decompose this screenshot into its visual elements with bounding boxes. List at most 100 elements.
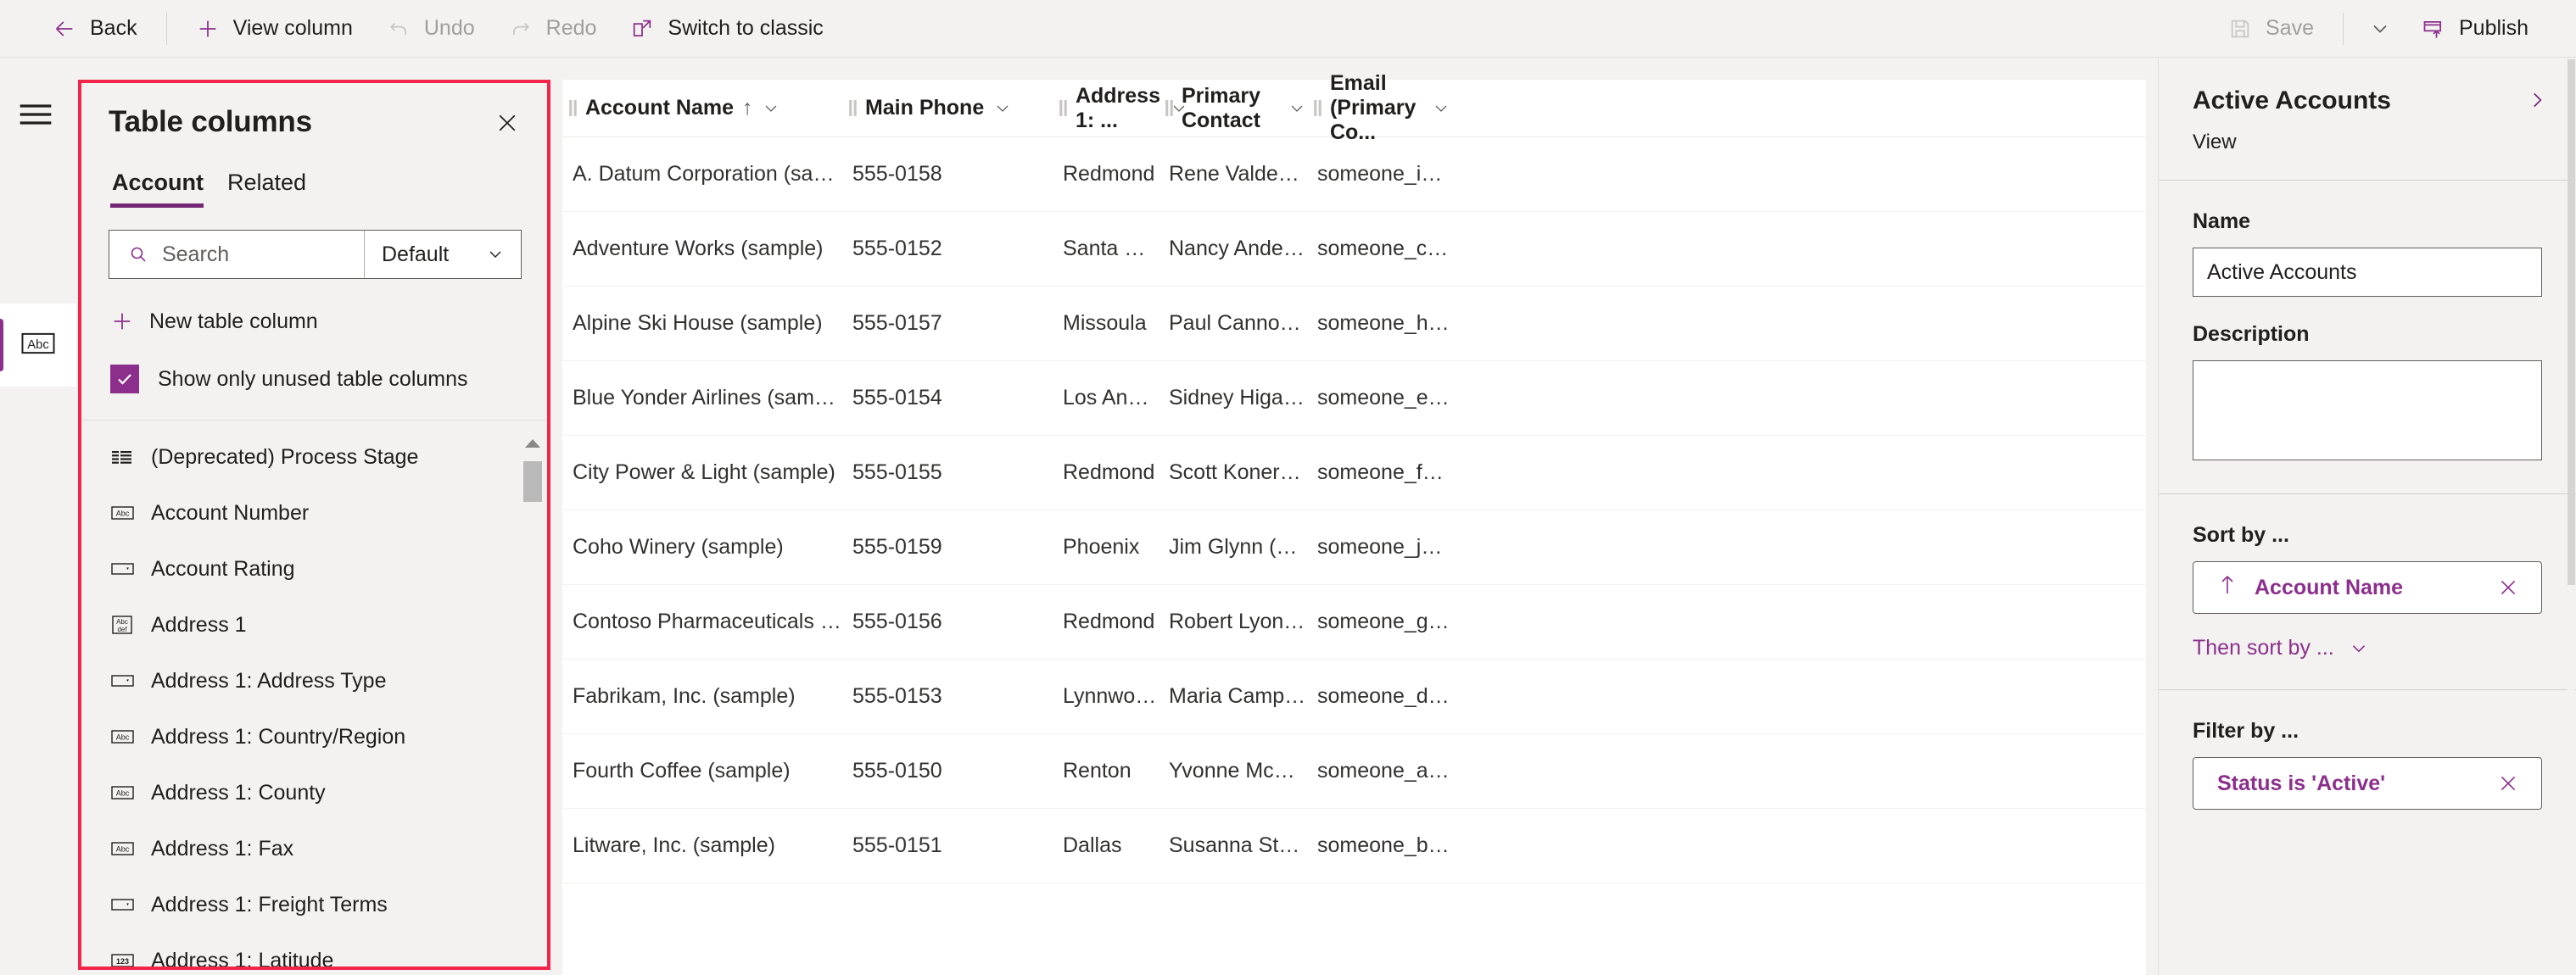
- grid-cell-phone: 555-0151: [852, 833, 942, 857]
- grid-column-header-label: Account Name: [584, 96, 734, 120]
- chevron-down-icon[interactable]: [1287, 98, 1307, 119]
- table-column-list-item-label: Address 1: Address Type: [151, 668, 387, 693]
- grid-row[interactable]: A. Datum Corporation (sample) 555-0158 Red…: [562, 137, 2146, 212]
- checkbox-checked-icon: [110, 365, 139, 393]
- redo-icon: [509, 17, 533, 41]
- save-disk-icon: [2228, 17, 2252, 41]
- grid-cell-phone: 555-0150: [852, 759, 942, 783]
- sort-pill-account-name[interactable]: Account Name: [2193, 561, 2542, 614]
- grid-cell-email: someone_a@example.com: [1317, 759, 1451, 783]
- grid-row[interactable]: Contoso Pharmaceuticals (sample) 555-0156…: [562, 585, 2146, 660]
- publish-button[interactable]: Publish: [2405, 8, 2545, 49]
- grid-cell-phone: 555-0156: [852, 610, 942, 633]
- grid-column-header-address[interactable]: ‖ Address 1: ...: [1053, 80, 1185, 136]
- publish-button-label: Publish: [2459, 16, 2529, 40]
- menu-button[interactable]: [10, 92, 61, 137]
- grid-cell-phone: 555-0155: [852, 460, 942, 484]
- grid-row[interactable]: City Power & Light (sample) 555-0155 Redmo…: [562, 436, 2146, 510]
- undo-icon: [387, 17, 411, 41]
- table-column-list-item[interactable]: Address 1: Address Type: [81, 653, 547, 709]
- table-column-list-item[interactable]: (Deprecated) Process Stage: [81, 429, 547, 485]
- svg-text:Abc: Abc: [116, 845, 130, 854]
- svg-text:Abc: Abc: [116, 618, 128, 626]
- tab-account[interactable]: Account: [109, 166, 214, 209]
- command-bar-divider-1: [165, 12, 167, 45]
- grid-row[interactable]: Fourth Coffee (sample) 555-0150 Renton Yvon…: [562, 734, 2146, 809]
- remove-filter-button[interactable]: [2494, 769, 2523, 798]
- grid-row[interactable]: Blue Yonder Airlines (sample) 555-0154 Los…: [562, 361, 2146, 436]
- show-unused-checkbox[interactable]: Show only unused table columns: [110, 357, 522, 401]
- properties-subtitle: View: [2193, 131, 2237, 153]
- command-bar-left: Back View column Undo Redo Switch to cla…: [0, 0, 841, 57]
- grid-row[interactable]: Adventure Works (sample) 555-0152 Santa Cr…: [562, 212, 2146, 287]
- chevron-down-icon: [2373, 25, 2387, 33]
- grid-cell-address: Dallas: [1063, 833, 1122, 857]
- grid-cell-phone: 555-0152: [852, 237, 942, 260]
- chevron-down-icon[interactable]: [992, 98, 1013, 119]
- abc-text-icon: Abc: [110, 724, 136, 749]
- properties-scrollbar[interactable]: [2568, 59, 2575, 975]
- search-box[interactable]: [109, 231, 364, 278]
- back-button[interactable]: Back: [36, 8, 154, 49]
- switch-to-classic-button[interactable]: Switch to classic: [613, 8, 840, 49]
- grid-column-header-contact[interactable]: ‖ Primary Contact: [1159, 80, 1307, 136]
- undo-button[interactable]: Undo: [370, 8, 492, 49]
- grid-cell-phone: 555-0153: [852, 684, 942, 708]
- table-column-list-item[interactable]: Abc def Address 1: [81, 597, 547, 653]
- grid-row[interactable]: Coho Winery (sample) 555-0159 Phoenix Jim G…: [562, 510, 2146, 585]
- scroll-up-button[interactable]: [523, 436, 542, 451]
- choice-dropdown-icon: [110, 892, 136, 917]
- grid-header-row: ‖ Account Name ↑ ‖ Main Phone ‖ Address 1: ...…: [562, 71, 2146, 144]
- grid-column-header-email[interactable]: ‖ Email (Primary Co...: [1307, 71, 1451, 144]
- plus-icon: [196, 17, 220, 41]
- chevron-down-icon[interactable]: [761, 98, 781, 119]
- view-column-button[interactable]: View column: [179, 8, 370, 49]
- rail-item-columns[interactable]: Abc: [0, 304, 76, 387]
- expand-panel-button[interactable]: [2520, 83, 2554, 117]
- scroll-thumb[interactable]: [523, 461, 542, 502]
- grid-row[interactable]: Alpine Ski House (sample) 555-0157 Missoul…: [562, 287, 2146, 361]
- remove-sort-button[interactable]: [2494, 573, 2523, 602]
- choice-dropdown-icon: [111, 899, 134, 911]
- filter-pill-label: Status is 'Active': [2217, 771, 2386, 795]
- table-column-list-item[interactable]: Abc Address 1: Country/Region: [81, 709, 547, 765]
- save-button[interactable]: Save: [2211, 8, 2331, 49]
- grid-row[interactable]: Litware, Inc. (sample) 555-0151 Dallas Susa…: [562, 809, 2146, 883]
- name-input[interactable]: [2193, 248, 2542, 297]
- description-textarea[interactable]: [2193, 360, 2542, 460]
- save-options-chevron[interactable]: [2355, 8, 2405, 49]
- filter-pill-status-active[interactable]: Status is 'Active': [2193, 757, 2542, 810]
- column-filter-dropdown[interactable]: Default: [364, 231, 521, 278]
- chevron-down-icon[interactable]: [1431, 98, 1451, 119]
- close-icon: [499, 114, 516, 131]
- table-column-list-item[interactable]: 123 Address 1: Latitude: [81, 933, 547, 967]
- properties-scroll-thumb[interactable]: [2568, 59, 2575, 585]
- column-resize-handle-icon: ‖: [847, 95, 858, 121]
- grid-column-header-phone[interactable]: ‖ Main Phone: [842, 80, 1053, 136]
- table-columns-list[interactable]: (Deprecated) Process Stage Abc Account Num…: [81, 421, 547, 967]
- close-panel-button[interactable]: [489, 105, 525, 141]
- table-column-list-item[interactable]: Account Rating: [81, 541, 547, 597]
- table-column-list-item-label: (Deprecated) Process Stage: [151, 444, 419, 469]
- multiline-list-icon: [112, 451, 131, 464]
- abc-text-icon: Abc: [111, 730, 134, 744]
- table-column-list-item[interactable]: Abc Account Number: [81, 485, 547, 541]
- tab-related[interactable]: Related: [224, 166, 316, 209]
- list-scrollbar[interactable]: [523, 426, 542, 967]
- new-table-column-button[interactable]: New table column: [107, 299, 522, 343]
- grid-cell-address: Redmond: [1063, 460, 1155, 484]
- table-column-list-item[interactable]: Abc Address 1: County: [81, 765, 547, 821]
- search-input[interactable]: [161, 242, 364, 267]
- sort-by-label: Sort by ...: [2193, 523, 2289, 547]
- back-button-label: Back: [90, 16, 137, 40]
- grid-cell-name: Fabrikam, Inc. (sample): [573, 684, 796, 708]
- grid-row[interactable]: Fabrikam, Inc. (sample) 555-0153 Lynnwood M…: [562, 660, 2146, 734]
- grid-cell-name: A. Datum Corporation (sample): [573, 162, 842, 186]
- redo-button[interactable]: Redo: [492, 8, 614, 49]
- chevron-down-icon: [2352, 644, 2365, 652]
- table-column-list-item[interactable]: Abc Address 1: Fax: [81, 821, 547, 877]
- then-sort-by-button[interactable]: Then sort by ...: [2193, 636, 2542, 660]
- grid-cell-contact: Yvonne McKay (sample): [1169, 759, 1307, 783]
- grid-column-header-name[interactable]: ‖ Account Name ↑: [562, 80, 842, 136]
- table-column-list-item[interactable]: Address 1: Freight Terms: [81, 877, 547, 933]
